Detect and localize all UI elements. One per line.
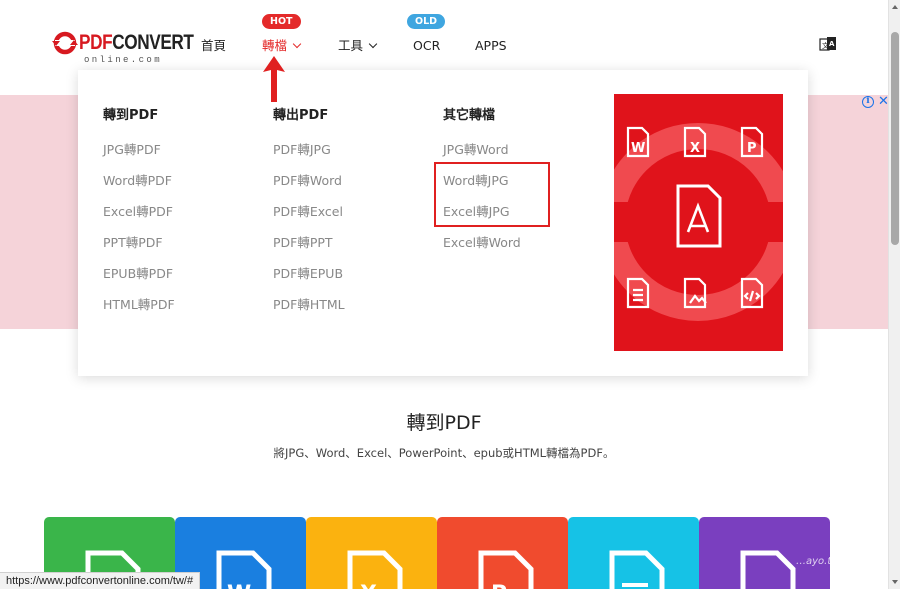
code-file-icon [740, 550, 796, 589]
nav-home-label: 首頁 [201, 38, 227, 53]
menu-column-other: 其它轉檔 JPG轉Word Word轉JPG Excel轉JPG Excel轉W… [443, 108, 521, 250]
tool-card-excel[interactable]: X [306, 517, 437, 589]
nav-ocr[interactable]: OCR [413, 38, 440, 54]
logo-brand-dark: CONVERT [112, 31, 194, 54]
logo-mark-icon [52, 31, 78, 55]
annotation-arrow-icon [263, 56, 285, 102]
site-logo[interactable]: PDFCONVERT online.com [52, 28, 194, 66]
ad-choices[interactable]: i ✕ [862, 95, 889, 108]
menu-item-pdf-to-jpg[interactable]: PDF轉JPG [273, 142, 331, 158]
promo-ppt-letter: P [747, 141, 757, 156]
scroll-up-arrow-icon[interactable] [892, 5, 898, 9]
nav-apps-label: APPS [475, 38, 507, 53]
promo-graphic: W X P [614, 123, 783, 321]
menu-column-to-pdf: 轉到PDF JPG轉PDF Word轉PDF Excel轉PDF PPT轉PDF… [103, 108, 175, 312]
word-file-letter: W [227, 582, 251, 589]
vertical-scrollbar[interactable] [888, 0, 900, 589]
menu-item-ppt-to-pdf[interactable]: PPT轉PDF [103, 235, 163, 251]
nav-convert[interactable]: 轉檔 [262, 38, 302, 54]
chevron-down-icon [292, 39, 302, 49]
menu-item-html-to-pdf[interactable]: HTML轉PDF [103, 297, 175, 313]
tool-card-epub[interactable] [568, 517, 699, 589]
tool-card-ppt[interactable]: P [437, 517, 568, 589]
nav-home[interactable]: 首頁 [201, 38, 226, 54]
menu-item-epub-to-pdf[interactable]: EPUB轉PDF [103, 266, 173, 282]
menu-column-title: 轉出PDF [273, 108, 329, 123]
ppt-file-icon: P [478, 550, 534, 589]
promo-excel-letter: X [690, 141, 700, 156]
logo-brand-red: PDF [79, 31, 113, 54]
old-badge: OLD [407, 14, 446, 29]
nav-convert-label: 轉檔 [262, 38, 288, 53]
section-description: 將JPG、Word、Excel、PowerPoint、epub或HTML轉檔為P… [273, 446, 615, 460]
promo-word-letter: W [631, 141, 645, 156]
info-icon[interactable]: i [862, 96, 874, 108]
word-file-icon: W [216, 550, 272, 589]
menu-item-pdf-to-ppt[interactable]: PDF轉PPT [273, 235, 333, 251]
promo-illustration[interactable]: W X P [614, 94, 783, 351]
watermark: …ayo.tw/ [796, 556, 843, 567]
scrollbar-thumb[interactable] [891, 32, 899, 245]
annotation-highlight-box [434, 162, 550, 227]
menu-column-title: 其它轉檔 [443, 108, 496, 123]
logo-wordmark: PDFCONVERT [79, 30, 194, 56]
logo-subtitle: online.com [84, 55, 163, 65]
svg-text:A: A [829, 40, 835, 48]
status-bar-url: https://www.pdfconvertonline.com/tw/# [0, 572, 201, 589]
ppt-file-letter: P [491, 582, 507, 589]
convert-dropdown-menu: 轉到PDF JPG轉PDF Word轉PDF Excel轉PDF PPT轉PDF… [78, 70, 808, 376]
menu-item-jpg-to-word[interactable]: JPG轉Word [443, 142, 509, 158]
tool-card-html[interactable] [699, 517, 830, 589]
menu-item-pdf-to-epub[interactable]: PDF轉EPUB [273, 266, 343, 282]
section-title: 轉到PDF [406, 412, 482, 434]
scroll-down-arrow-icon[interactable] [892, 580, 898, 584]
menu-item-excel-to-pdf[interactable]: Excel轉PDF [103, 204, 173, 220]
menu-item-excel-to-word[interactable]: Excel轉Word [443, 235, 521, 251]
menu-column-title: 轉到PDF [103, 108, 159, 123]
language-icon[interactable]: 文 A [819, 36, 837, 54]
menu-item-pdf-to-word[interactable]: PDF轉Word [273, 173, 342, 189]
document-file-icon [609, 550, 665, 589]
excel-file-icon: X [347, 550, 403, 589]
menu-item-jpg-to-pdf[interactable]: JPG轉PDF [103, 142, 161, 158]
menu-item-pdf-to-html[interactable]: PDF轉HTML [273, 297, 345, 313]
svg-text:文: 文 [822, 41, 829, 50]
hot-badge: HOT [262, 14, 301, 29]
nav-tools[interactable]: 工具 [338, 38, 378, 54]
nav-tools-label: 工具 [338, 38, 364, 53]
excel-file-letter: X [360, 582, 377, 589]
chevron-down-icon [368, 39, 378, 49]
nav-apps[interactable]: APPS [475, 38, 507, 54]
menu-item-word-to-pdf[interactable]: Word轉PDF [103, 173, 172, 189]
menu-column-from-pdf: 轉出PDF PDF轉JPG PDF轉Word PDF轉Excel PDF轉PPT… [273, 108, 345, 312]
menu-item-pdf-to-excel[interactable]: PDF轉Excel [273, 204, 343, 220]
nav-ocr-label: OCR [413, 38, 441, 53]
